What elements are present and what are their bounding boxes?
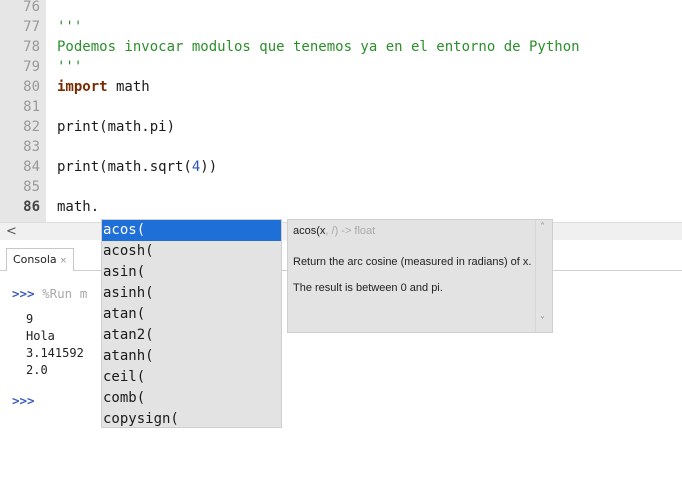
chevron-up-icon[interactable]: ˄ — [540, 222, 545, 233]
docstring-close: ''' — [57, 59, 83, 75]
autocomplete-item[interactable]: atanh( — [102, 346, 281, 367]
autocomplete-item[interactable]: ceil( — [102, 367, 281, 388]
console-run-line: >>> %Run m — [12, 286, 87, 301]
autocomplete-doc-popup: acos(x, /) -> float Return the arc cosin… — [287, 219, 553, 333]
console-prompt: >>> — [12, 393, 35, 408]
editor-line[interactable]: 85 — [0, 177, 682, 197]
line-number: 80 — [23, 79, 40, 95]
line-number: 78 — [23, 39, 40, 55]
console-prompt: >>> — [12, 286, 35, 301]
line-number: 77 — [23, 19, 40, 35]
tab-console-label: Consola — [13, 253, 57, 266]
doc-paragraph: Return the arc cosine (measured in radia… — [293, 256, 532, 268]
run-command: %Run m — [34, 286, 88, 301]
editor-line[interactable]: 76 — [0, 0, 682, 17]
line-number: 83 — [23, 139, 40, 155]
close-icon[interactable]: × — [60, 256, 68, 266]
signature-name: acos(x — [293, 225, 326, 237]
line-number-current: 86 — [23, 199, 40, 215]
editor-line[interactable]: 84 print(math.sqrt(4)) — [0, 157, 682, 177]
chevron-down-icon[interactable]: ˅ — [540, 316, 545, 327]
autocomplete-item-selected[interactable]: acos( — [102, 220, 281, 241]
line-number: 81 — [23, 99, 40, 115]
code-text: print(math.sqrt( — [57, 159, 192, 175]
autocomplete-item[interactable]: atan2( — [102, 325, 281, 346]
line-number: 84 — [23, 159, 40, 175]
console-input-line[interactable]: >>> — [12, 393, 35, 408]
console-output-line: 9 — [26, 312, 34, 326]
function-signature: acos(x, /) -> float — [293, 225, 375, 237]
signature-rest: , /) -> float — [325, 225, 376, 237]
docstring-open: ''' — [57, 19, 83, 35]
editor-line[interactable]: 81 — [0, 97, 682, 117]
console-output-line: 2.0 — [26, 363, 48, 377]
editor-line[interactable]: 77 ''' — [0, 17, 682, 37]
import-statement: import math — [57, 77, 150, 97]
autocomplete-item[interactable]: comb( — [102, 388, 281, 409]
autocomplete-item[interactable]: acosh( — [102, 241, 281, 262]
editor-line[interactable]: 82 print(math.pi) — [0, 117, 682, 137]
editor-line[interactable]: 78 Podemos invocar modulos que tenemos y… — [0, 37, 682, 57]
doc-scrollbar[interactable]: ˄ ˅ — [535, 220, 552, 332]
code-editor[interactable]: 76 77 ''' 78 Podemos invocar modulos que… — [0, 0, 682, 222]
doc-paragraph: The result is between 0 and pi. — [293, 282, 443, 294]
print-sqrt-statement: print(math.sqrt(4)) — [57, 157, 217, 177]
editor-line-current[interactable]: 86 math. — [0, 197, 682, 217]
editor-line[interactable]: 80 import math — [0, 77, 682, 97]
autocomplete-item[interactable]: copysign( — [102, 409, 281, 427]
import-module: math — [107, 79, 150, 95]
import-keyword: import — [57, 79, 108, 95]
line-number: 82 — [23, 119, 40, 135]
editor-line[interactable]: 83 — [0, 137, 682, 157]
scroll-left-icon[interactable]: < — [6, 223, 17, 240]
autocomplete-item[interactable]: asinh( — [102, 283, 281, 304]
autocomplete-list[interactable]: acos( acosh( asin( asinh( atan( atan2( a… — [101, 219, 282, 428]
doc-body: Return the arc cosine (measured in radia… — [293, 255, 533, 307]
editor-line[interactable]: 79 ''' — [0, 57, 682, 77]
line-number: 85 — [23, 179, 40, 195]
line-number: 76 — [23, 0, 40, 15]
current-code: math. — [57, 199, 100, 215]
tab-console[interactable]: Consola × — [6, 248, 75, 271]
autocomplete-item[interactable]: atan( — [102, 304, 281, 325]
line-number: 79 — [23, 59, 40, 75]
autocomplete-item[interactable]: asin( — [102, 262, 281, 283]
code-text: )) — [200, 159, 218, 175]
console-output-line: Hola — [26, 329, 55, 343]
console-output-line: 3.141592 — [26, 346, 84, 360]
docstring-text: Podemos invocar modulos que tenemos ya e… — [57, 39, 580, 55]
print-pi-statement: print(math.pi) — [57, 119, 176, 135]
